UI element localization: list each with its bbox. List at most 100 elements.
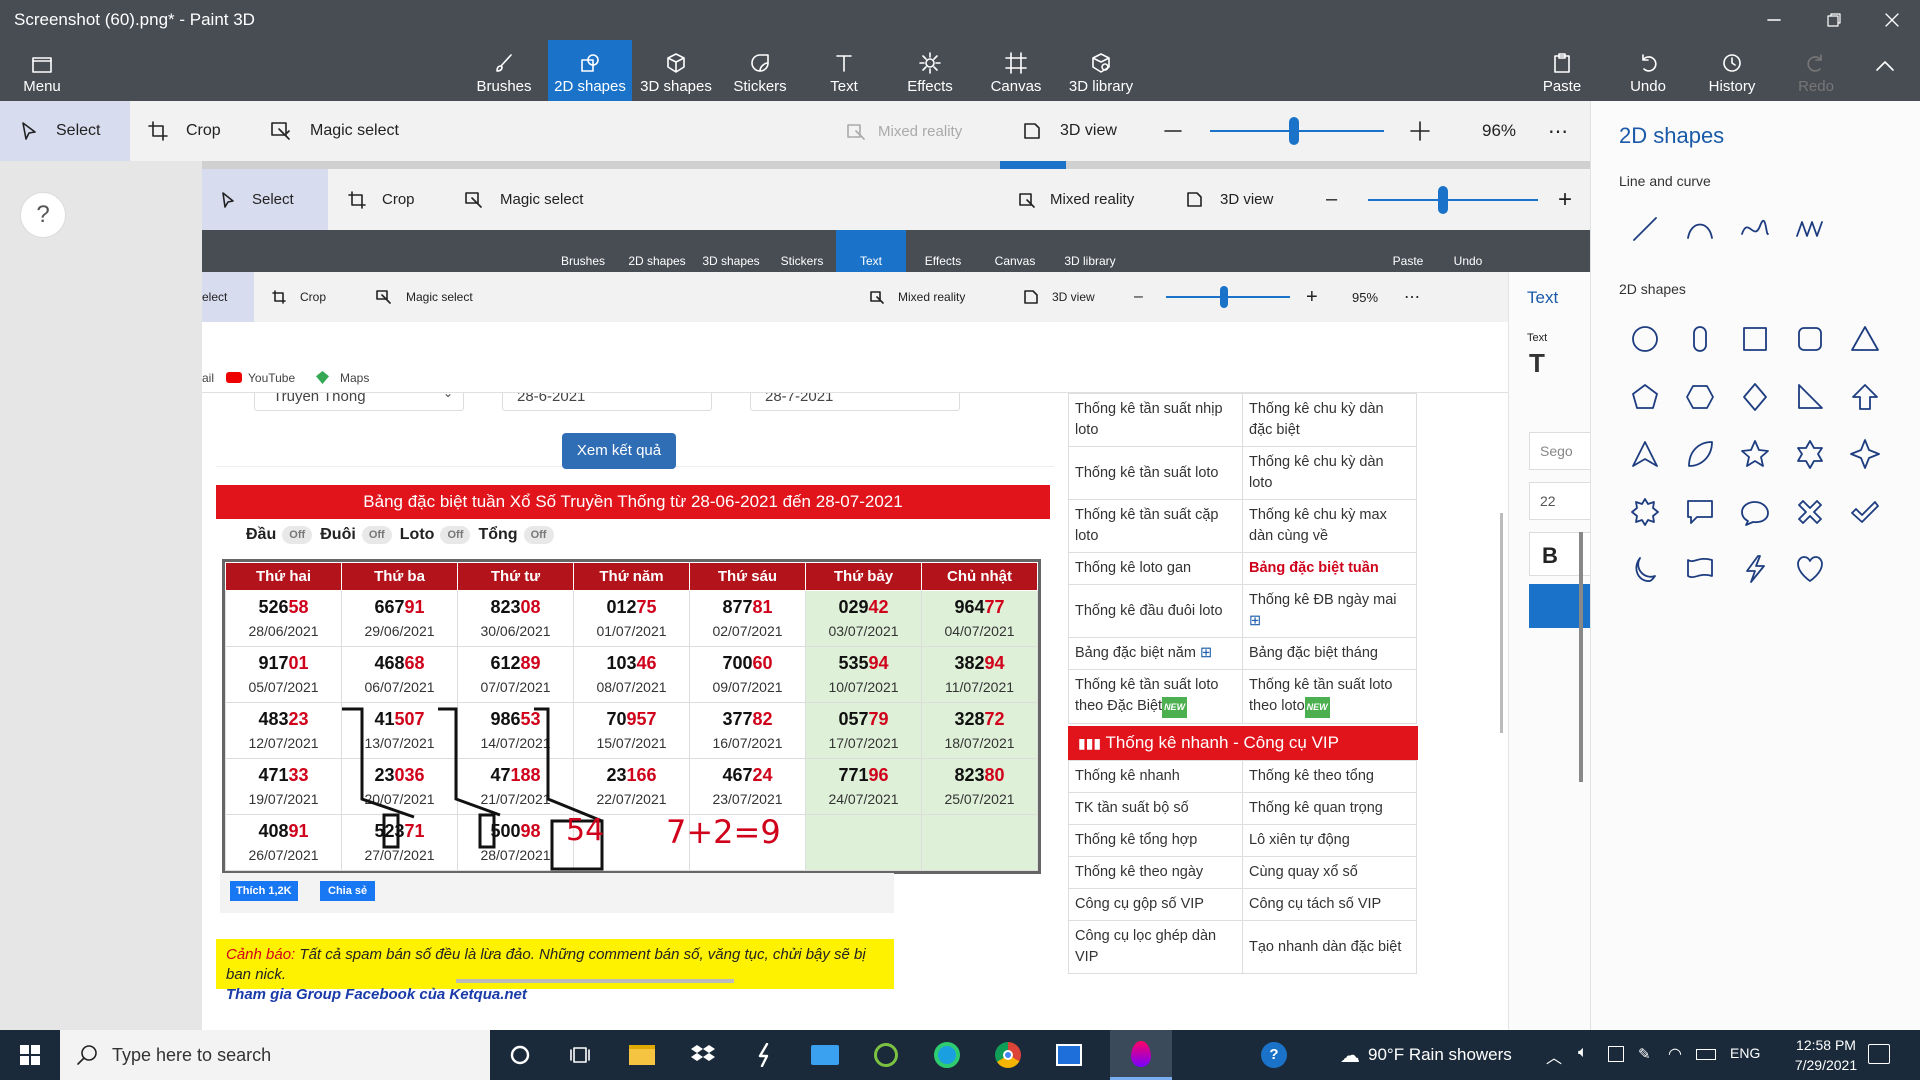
star5-icon[interactable] <box>1733 432 1777 476</box>
zoom-in-button[interactable] <box>1410 101 1448 161</box>
stats-link: Thống kê tần suất nhịp loto <box>1068 393 1243 447</box>
paint-annotations <box>342 707 604 871</box>
tab-3d-shapes[interactable]: 3D shapes <box>634 40 718 101</box>
clock[interactable]: 12:58 PM 7/29/2021 <box>1784 1035 1868 1075</box>
leaf-icon[interactable] <box>1678 432 1722 476</box>
speech-rect-icon[interactable] <box>1678 490 1722 534</box>
moon-icon[interactable] <box>1623 547 1667 591</box>
close-button[interactable] <box>1862 0 1920 40</box>
triangle-icon[interactable] <box>1843 317 1887 361</box>
stats-link: Thống kê đầu đuôi loto <box>1068 584 1243 638</box>
minimize-button[interactable] <box>1744 0 1804 40</box>
lightning-icon[interactable] <box>1733 547 1777 591</box>
app-lightning-icon[interactable] <box>738 1030 790 1080</box>
chrome-icon[interactable] <box>982 1030 1034 1080</box>
right-triangle-icon[interactable] <box>1788 375 1832 419</box>
pentagon-icon[interactable] <box>1623 375 1667 419</box>
star6-icon[interactable] <box>1788 432 1832 476</box>
burst-icon[interactable] <box>1623 490 1667 534</box>
tab-canvas[interactable]: Canvas <box>974 40 1058 101</box>
arc-icon[interactable] <box>1678 207 1722 251</box>
capsule-icon[interactable] <box>1678 317 1722 361</box>
zoom-out-button[interactable] <box>1164 101 1200 161</box>
tab-label: Stickers <box>733 78 787 95</box>
battery-icon[interactable] <box>1696 1049 1716 1060</box>
edge-icon[interactable] <box>921 1030 973 1080</box>
group-link: Tham gia Group Facebook của Ketqua.net <box>226 986 527 1003</box>
speech-oval-icon[interactable] <box>1733 490 1777 534</box>
select-tool[interactable]: Select <box>0 101 130 161</box>
new-badge: NEW <box>1304 697 1330 718</box>
paste-button[interactable]: Paste <box>1520 40 1604 101</box>
history-button[interactable]: History <box>1690 40 1774 101</box>
file-explorer-icon[interactable] <box>616 1030 668 1080</box>
nested2-zoom-out: – <box>1134 288 1143 305</box>
text-icon <box>836 55 852 72</box>
menu-button[interactable]: Menu <box>0 40 84 101</box>
language-indicator[interactable]: ENG <box>1730 1045 1760 1061</box>
canvas-image[interactable]: Select Crop Magic select Mixed reality 3… <box>202 161 1590 1030</box>
magic-select-tool[interactable]: Magic select <box>270 101 399 161</box>
triangle-outline-icon[interactable] <box>1623 432 1667 476</box>
tab-effects[interactable]: Effects <box>888 40 972 101</box>
nested-zoom-out: – <box>1326 188 1338 210</box>
chevron-up-icon[interactable]: ︿ <box>1546 1044 1562 1068</box>
line-icon[interactable] <box>1623 207 1667 251</box>
nested2-3dview: 3D view <box>1024 272 1095 322</box>
tab-2d-shapes[interactable]: 2D shapes <box>548 40 632 101</box>
tab-text[interactable]: Text <box>802 40 886 101</box>
taskbar: Type here to search ? ☁ 90°F Rain shower… <box>0 1030 1920 1080</box>
star4-icon[interactable] <box>1843 432 1887 476</box>
help-tray-icon[interactable]: ? <box>1248 1030 1300 1080</box>
rounded-square-icon[interactable] <box>1788 317 1832 361</box>
collapse-ribbon-button[interactable] <box>1850 40 1920 101</box>
volume-icon[interactable]: 🔈︎ <box>1578 1044 1588 1062</box>
hexagon-icon[interactable] <box>1678 375 1722 419</box>
pen-icon[interactable]: ✎ <box>1638 1045 1651 1063</box>
zoom-slider-thumb[interactable] <box>1288 117 1299 145</box>
wave-icon[interactable] <box>1788 207 1832 251</box>
dropbox-icon[interactable] <box>677 1030 729 1080</box>
cortana-icon[interactable] <box>494 1030 546 1080</box>
tab-brushes[interactable]: Brushes <box>462 40 546 101</box>
help-button[interactable]: ? <box>20 192 66 238</box>
photos-icon[interactable] <box>1043 1030 1095 1080</box>
redo-button[interactable]: Redo <box>1774 40 1858 101</box>
stats-sidebar: Thống kê tần suất nhịp loto Thống kê chu … <box>1068 393 1418 1030</box>
annotation-box-1 <box>382 813 400 849</box>
tab-3d-library[interactable]: 3D library <box>1058 40 1144 101</box>
more-options-icon[interactable]: ⋯ <box>1548 101 1568 161</box>
weather-widget[interactable]: ☁ 90°F Rain showers <box>1340 1030 1512 1080</box>
wifi-icon[interactable]: ◠ <box>1668 1044 1682 1064</box>
taskbar-search[interactable]: Type here to search <box>60 1030 490 1080</box>
cross-icon[interactable] <box>1788 490 1832 534</box>
nested-font-field: Sego <box>1529 432 1590 470</box>
heart-icon[interactable] <box>1788 547 1832 591</box>
nested-panel-sub: Text <box>1527 332 1548 344</box>
maximize-button[interactable] <box>1804 0 1864 40</box>
crop-tool[interactable]: Crop <box>148 101 221 161</box>
check-icon[interactable] <box>1843 490 1887 534</box>
meet-now-icon[interactable] <box>1608 1046 1624 1062</box>
tab-stickers[interactable]: Stickers <box>718 40 802 101</box>
diamond-icon[interactable] <box>1733 375 1777 419</box>
arrow-up-icon[interactable] <box>1843 375 1887 419</box>
brush-icon <box>496 54 512 72</box>
curve-icon[interactable] <box>1733 207 1777 251</box>
paint3d-taskbar-icon[interactable] <box>1110 1030 1172 1080</box>
coccoc-browser-icon[interactable] <box>860 1030 912 1080</box>
nested-fade-text <box>202 161 1590 169</box>
nested-mixed-label: Mixed reality <box>1050 191 1135 208</box>
mixed-reality-button[interactable]: Mixed reality <box>846 101 962 161</box>
stats-row: Thống kê tần suất loto theo Đặc Biệt NEW T… <box>1068 669 1417 724</box>
notification-icon[interactable] <box>1868 1044 1890 1064</box>
mail-icon[interactable] <box>799 1030 851 1080</box>
banner-icon[interactable] <box>1678 547 1722 591</box>
3d-view-toggle[interactable]: 3D view <box>1022 101 1117 161</box>
circle-icon[interactable] <box>1623 317 1667 361</box>
windows-start-button[interactable] <box>2 1030 58 1080</box>
task-view-icon[interactable] <box>555 1030 607 1080</box>
square-icon[interactable] <box>1733 317 1777 361</box>
undo-button[interactable]: Undo <box>1606 40 1690 101</box>
window-title: Screenshot (60).png* - Paint 3D <box>14 10 255 29</box>
